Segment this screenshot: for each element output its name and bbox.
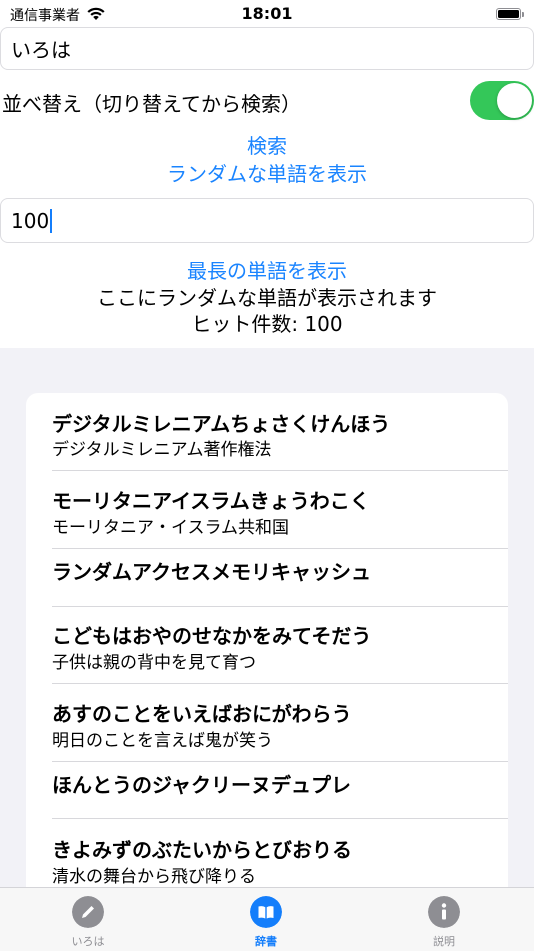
- count-input-value: 100: [11, 208, 50, 233]
- list-item-meaning: 子供は親の背中を見て育つ: [52, 653, 256, 673]
- list-item[interactable]: モーリタニアイスラムきょうわこく モーリタニア・イスラム共和国: [26, 471, 508, 548]
- search-button[interactable]: 検索: [0, 130, 534, 159]
- status-bar: 通信事業者 18:01: [0, 0, 534, 28]
- tab-iroha[interactable]: いろは: [28, 888, 148, 951]
- list-item-meaning: デジタルミレニアム著作権法: [52, 440, 272, 460]
- count-input[interactable]: 100: [0, 198, 534, 243]
- search-input[interactable]: いろは: [0, 27, 534, 70]
- random-word-result: ここにランダムな単語が表示されます: [97, 286, 437, 310]
- list-item[interactable]: ランダムアクセスメモリキャッシュ: [26, 549, 508, 606]
- list-item-word: ランダムアクセスメモリキャッシュ: [52, 560, 371, 584]
- sort-label: 並べ替え（切り替えてから検索）: [2, 92, 301, 116]
- toggle-knob: [497, 83, 532, 118]
- list-item-word: こどもはおやのせなかをみてそだう: [52, 624, 372, 648]
- random-word-button[interactable]: ランダムな単語を表示: [0, 158, 534, 187]
- list-item-word: デジタルミレニアムちょさくけんほう: [52, 412, 391, 436]
- clock: 18:01: [241, 4, 293, 23]
- tab-label: 説明: [433, 935, 455, 948]
- list-item[interactable]: ほんとうのジャクリーヌデュプレ: [26, 762, 508, 818]
- list-item-word: あすのことをいえばおにがわらう: [52, 702, 352, 726]
- list-item[interactable]: デジタルミレニアムちょさくけんほう デジタルミレニアム著作権法: [26, 393, 508, 470]
- longest-word-button[interactable]: 最長の単語を表示: [0, 255, 534, 284]
- list-item-word: きよみずのぶたいからとびおりる: [52, 838, 352, 862]
- pencil-circle-icon: [72, 896, 104, 928]
- battery-icon: [496, 8, 521, 20]
- search-input-value: いろは: [11, 38, 71, 62]
- results-list[interactable]: デジタルミレニアムちょさくけんほう デジタルミレニアム著作権法 モーリタニアイス…: [26, 393, 508, 913]
- list-item-meaning: モーリタニア・イスラム共和国: [52, 518, 289, 538]
- list-item-word: モーリタニアイスラムきょうわこく: [52, 489, 370, 513]
- list-item[interactable]: あすのことをいえばおにがわらう 明日のことを言えば鬼が笑う: [26, 684, 508, 761]
- tab-explanation[interactable]: 説明: [384, 888, 504, 951]
- hit-count: ヒット件数: 100: [191, 312, 343, 336]
- list-item-meaning: 明日のことを言えば鬼が笑う: [52, 731, 273, 751]
- list-item-word: ほんとうのジャクリーヌデュプレ: [52, 773, 351, 797]
- tab-dictionary[interactable]: 辞書: [206, 888, 326, 951]
- tab-bar: いろは 辞書 説明: [0, 887, 534, 951]
- text-cursor: [50, 208, 53, 233]
- info-circle-icon: [428, 896, 460, 928]
- tab-label: 辞書: [255, 935, 277, 948]
- list-item-meaning: 清水の舞台から飛び降りる: [52, 867, 256, 887]
- list-item[interactable]: こどもはおやのせなかをみてそだう 子供は親の背中を見て育つ: [26, 607, 508, 683]
- book-circle-icon: [250, 896, 282, 928]
- battery-tip: [522, 12, 524, 17]
- tab-label: いろは: [71, 935, 105, 948]
- sort-toggle[interactable]: [470, 81, 534, 120]
